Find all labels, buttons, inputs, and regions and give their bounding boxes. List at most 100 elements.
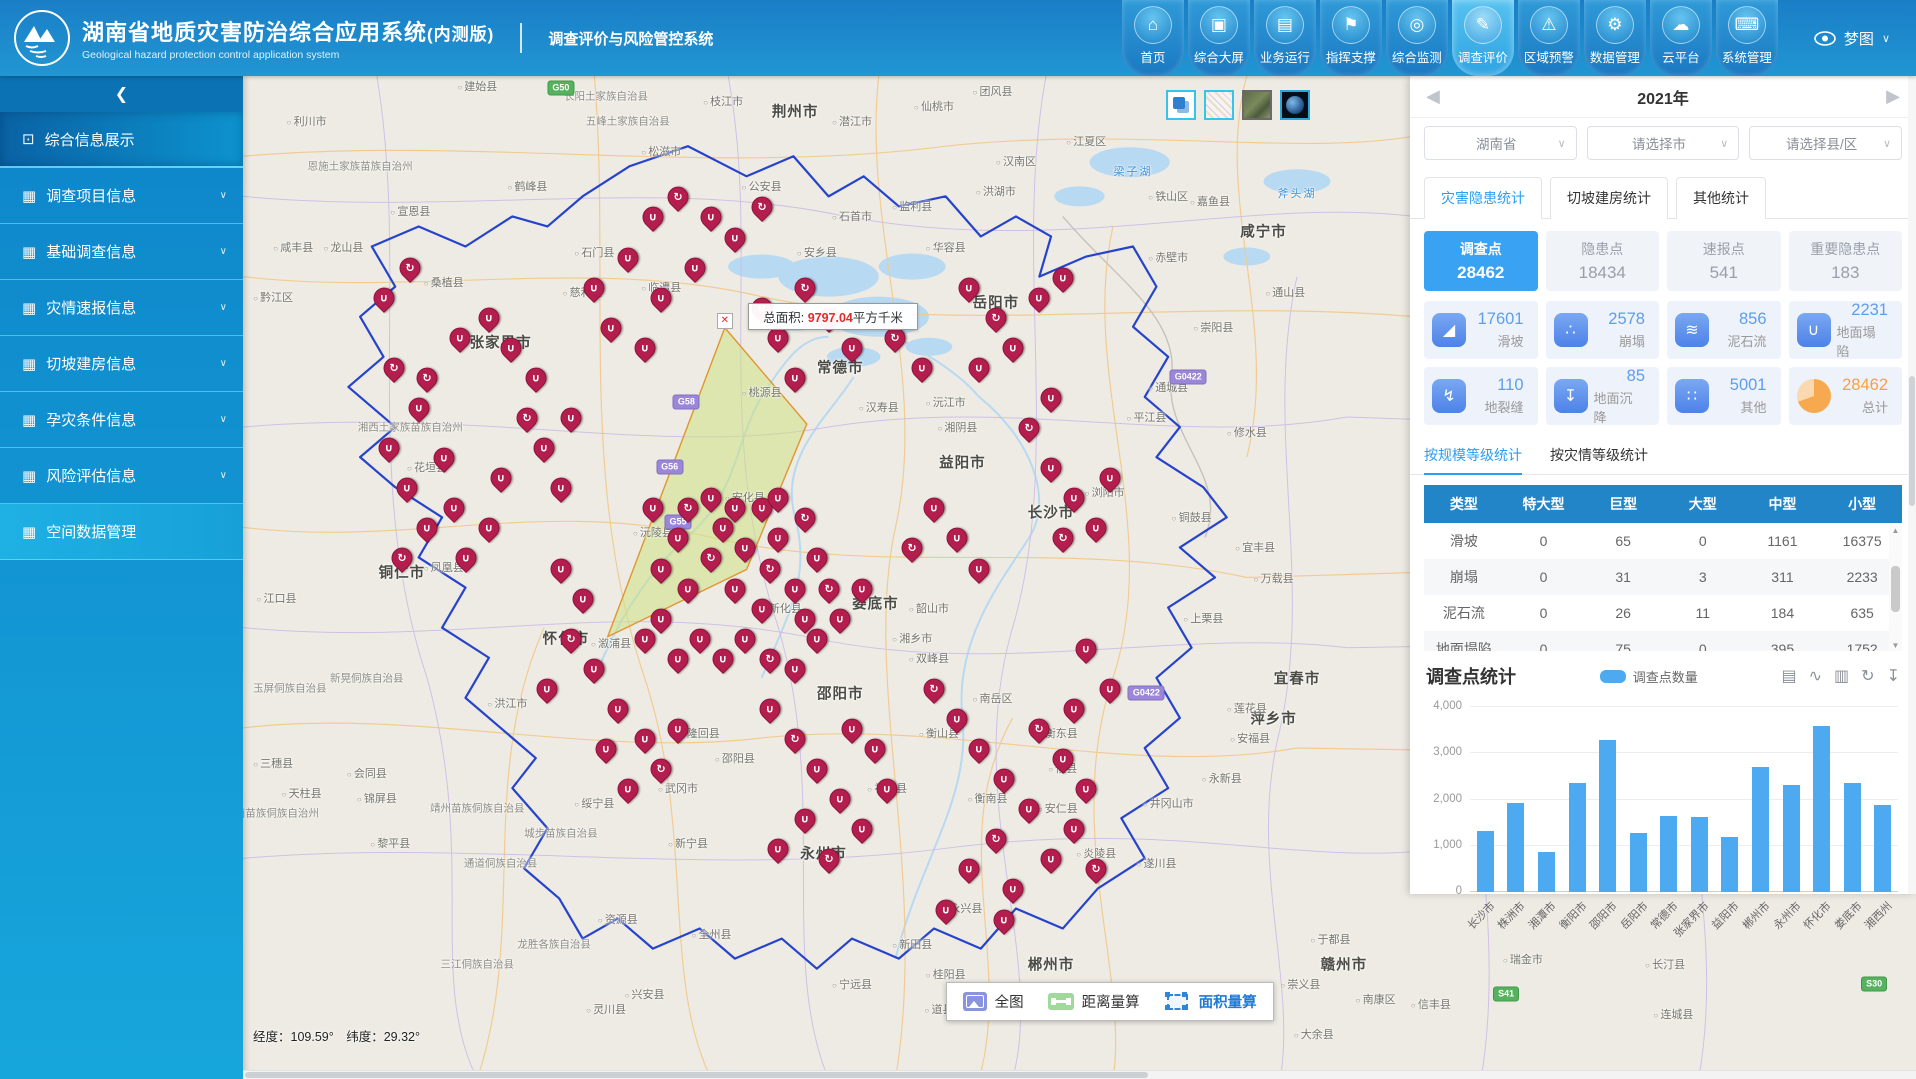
hazard-pin[interactable]: ∪ <box>1095 674 1125 704</box>
hazard-pin[interactable]: ∪ <box>708 644 738 674</box>
bar-衡阳市[interactable] <box>1569 783 1586 892</box>
hazard-pin[interactable]: ∪ <box>697 203 727 233</box>
tab-2[interactable]: 切坡建房统计 <box>1550 177 1668 219</box>
hazard-pin[interactable]: ∪ <box>964 734 994 764</box>
hazard-pin[interactable]: ∪ <box>954 855 984 885</box>
hazard-pin[interactable]: ∪ <box>764 524 794 554</box>
region-select-1[interactable]: 湖南省∨ <box>1424 126 1577 160</box>
tab-3[interactable]: 其他统计 <box>1676 177 1766 219</box>
scroll-down-icon[interactable]: ▼ <box>1892 641 1900 650</box>
hazard-pin[interactable]: ∪ <box>964 353 994 383</box>
nav-item-2[interactable]: ▣综合大屏 <box>1188 0 1250 76</box>
user-menu[interactable]: 梦图 ∨ <box>1780 0 1916 76</box>
hazard-pin[interactable]: ∪ <box>1060 694 1090 724</box>
table-scrollbar[interactable]: ▲ ▼ <box>1889 525 1902 651</box>
hazard-pin[interactable]: ∪ <box>1081 514 1111 544</box>
hazard-pin[interactable]: ∪ <box>568 584 598 614</box>
hazard-pin[interactable]: ∪ <box>802 544 832 574</box>
hazard-pin[interactable]: ↻ <box>981 825 1011 855</box>
hazard-pin[interactable]: ∪ <box>474 303 504 333</box>
hazard-pin[interactable]: ∪ <box>998 333 1028 363</box>
measure-tool-全图[interactable]: 全图 <box>963 991 1024 1012</box>
bar-永州市[interactable] <box>1783 785 1800 892</box>
hazard-pin[interactable]: ∪ <box>919 494 949 524</box>
bar-怀化市[interactable] <box>1813 726 1830 893</box>
bar-chart-icon[interactable]: ▥ <box>1834 666 1849 686</box>
nav-item-1[interactable]: ⌂首页 <box>1122 0 1184 76</box>
region-select-3[interactable]: 请选择县/区∨ <box>1749 126 1902 160</box>
hazard-pin[interactable]: ∪ <box>638 203 668 233</box>
hazard-pin[interactable]: ∪ <box>603 694 633 724</box>
hazard-pin[interactable]: ∪ <box>720 223 750 253</box>
satellite-basemap-thumbnail[interactable] <box>1242 90 1272 120</box>
download-icon[interactable]: ↧ <box>1887 666 1900 686</box>
hazard-pin[interactable]: ∪ <box>673 574 703 604</box>
street-basemap-thumbnail[interactable] <box>1204 90 1234 120</box>
hazard-pin[interactable]: ∪ <box>1024 283 1054 313</box>
hazard-pin[interactable]: ↻ <box>814 574 844 604</box>
hazard-pin[interactable]: ∪ <box>630 333 660 363</box>
hazard-pin[interactable]: ∪ <box>591 734 621 764</box>
hazard-pin[interactable]: ∪ <box>1060 815 1090 845</box>
hazard-pin[interactable]: ∪ <box>747 594 777 624</box>
hazard-pin[interactable]: ∪ <box>1048 263 1078 293</box>
hazard-pin[interactable]: ∪ <box>780 654 810 684</box>
hazard-pin[interactable]: ∪ <box>847 815 877 845</box>
sidebar-item-6[interactable]: ▦孕灾条件信息∨ <box>0 392 243 448</box>
nav-item-7[interactable]: ⚠区域预警 <box>1518 0 1580 76</box>
hazard-pin[interactable]: ∪ <box>943 524 973 554</box>
region-select-2[interactable]: 请选择市∨ <box>1587 126 1740 160</box>
hazard-pin[interactable]: ↻ <box>755 554 785 584</box>
hazard-pin[interactable]: ∪ <box>989 905 1019 935</box>
sub-tab-2[interactable]: 按灾情等级统计 <box>1550 445 1648 474</box>
scroll-up-icon[interactable]: ▲ <box>1892 526 1900 535</box>
globe-basemap-thumbnail[interactable] <box>1280 90 1310 120</box>
chart-legend[interactable]: 调查点数量 <box>1600 667 1698 686</box>
hazard-pin[interactable]: ∪ <box>697 484 727 514</box>
hazard-pin[interactable]: ∪ <box>556 403 586 433</box>
sidebar-item-1[interactable]: ⊡综合信息展示 <box>0 112 243 168</box>
nav-item-10[interactable]: ⌨系统管理 <box>1716 0 1778 76</box>
hazard-pin[interactable]: ∪ <box>439 494 469 524</box>
sidebar-collapse-button[interactable]: ❮ <box>0 76 243 112</box>
hazard-pin[interactable]: ∪ <box>663 644 693 674</box>
bar-湘潭市[interactable] <box>1538 852 1555 892</box>
hazard-pin[interactable]: ∪ <box>861 734 891 764</box>
hazard-pin[interactable]: ↻ <box>919 674 949 704</box>
hazard-pin[interactable]: ↻ <box>412 363 442 393</box>
hazard-pin[interactable]: ∪ <box>638 494 668 524</box>
nav-item-6[interactable]: ✎调查评价 <box>1452 0 1514 76</box>
hazard-pin[interactable]: ∪ <box>533 674 563 704</box>
hazard-pin[interactable]: ∪ <box>521 363 551 393</box>
bar-常德市[interactable] <box>1660 816 1677 892</box>
hazard-pin[interactable]: ↻ <box>513 403 543 433</box>
hazard-pin[interactable]: ↻ <box>395 253 425 283</box>
sidebar-item-4[interactable]: ▦灾情速报信息∨ <box>0 280 243 336</box>
bar-长沙市[interactable] <box>1477 831 1494 892</box>
hazard-pin[interactable]: ∪ <box>837 714 867 744</box>
nav-item-9[interactable]: ☁云平台 <box>1650 0 1712 76</box>
hazard-pin[interactable]: ∪ <box>780 363 810 393</box>
sidebar-item-5[interactable]: ▦切坡建房信息∨ <box>0 336 243 392</box>
panel-scrollbar[interactable] <box>1908 76 1916 894</box>
measure-tool-面积量算[interactable]: 面积量算 <box>1164 991 1257 1012</box>
hazard-pin[interactable]: ∪ <box>998 875 1028 905</box>
stat-card-2[interactable]: 隐患点18434 <box>1546 231 1660 291</box>
hazard-pin[interactable]: ∪ <box>825 604 855 634</box>
hazard-pin[interactable]: ↻ <box>1014 413 1044 443</box>
polygon-close-icon[interactable]: ✕ <box>717 313 733 329</box>
layers-icon[interactable] <box>1166 90 1196 120</box>
stat-card-1[interactable]: 调查点28462 <box>1424 231 1538 291</box>
stat-card-3[interactable]: 速报点541 <box>1667 231 1781 291</box>
hazard-pin[interactable]: ↻ <box>1048 524 1078 554</box>
hazard-pin[interactable]: ∪ <box>1071 634 1101 664</box>
nav-item-4[interactable]: ⚑指挥支撑 <box>1320 0 1382 76</box>
hazard-pin[interactable]: ∪ <box>646 554 676 584</box>
hazard-pin[interactable]: ∪ <box>630 724 660 754</box>
hazard-pin[interactable]: ∪ <box>474 514 504 544</box>
hazard-pin[interactable]: ∪ <box>730 624 760 654</box>
hazard-pin[interactable]: ∪ <box>392 474 422 504</box>
bar-岳阳市[interactable] <box>1630 833 1647 892</box>
hazard-pin[interactable]: ∪ <box>825 785 855 815</box>
hazard-pin[interactable]: ∪ <box>486 464 516 494</box>
